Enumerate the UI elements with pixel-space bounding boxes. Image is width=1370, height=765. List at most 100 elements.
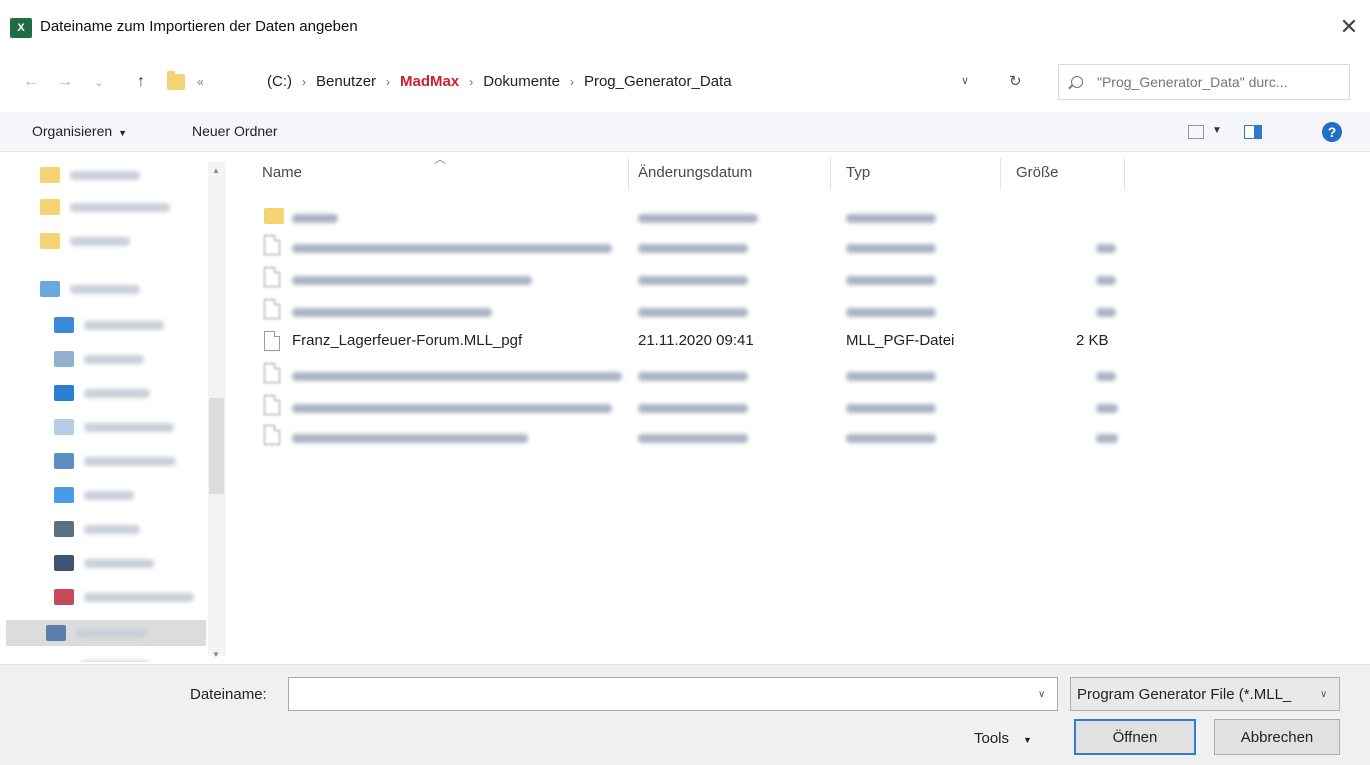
recent-locations-icon[interactable]: ⌄: [86, 68, 112, 96]
nav-item[interactable]: [54, 380, 232, 406]
file-name-blurred: [292, 400, 612, 417]
filetype-select[interactable]: Program Generator File (*.MLL_: [1070, 677, 1340, 711]
search-icon: [1071, 76, 1083, 88]
refresh-icon[interactable]: ↻: [1009, 72, 1022, 90]
dialog-titlebar: X Dateiname zum Importieren der Daten an…: [0, 0, 1370, 56]
file-modified: 21.11.2020 09:41: [638, 332, 754, 349]
breadcrumb-users[interactable]: Benutzer: [314, 73, 378, 90]
nav-item-label: [84, 354, 144, 364]
file-name-blurred: [292, 272, 532, 289]
nav-item-label: [70, 236, 130, 246]
table-row[interactable]: [240, 420, 1140, 450]
nav-item[interactable]: [40, 162, 220, 188]
file-modified-blurred: [638, 304, 748, 321]
navigation-bar: ← → ⌄ ↑ « (C:) › Benutzer › MadMax › Dok…: [0, 60, 1370, 104]
file-icon: [264, 235, 280, 255]
breadcrumb-user[interactable]: MadMax: [398, 73, 461, 90]
nav-item[interactable]: [54, 516, 232, 542]
table-row[interactable]: Franz_Lagerfeuer-Forum.MLL_pgf 21.11.202…: [240, 326, 1140, 356]
nav-item-label: [84, 388, 150, 398]
nav-item[interactable]: [54, 482, 232, 508]
caret-down-icon: ▼: [118, 128, 128, 138]
back-arrow-icon[interactable]: ←: [18, 68, 44, 96]
table-row[interactable]: [240, 390, 1140, 420]
file-type-blurred: [846, 368, 936, 385]
scroll-up-icon[interactable]: ▲: [212, 166, 220, 175]
search-input[interactable]: [1097, 74, 1337, 90]
chevron-right-icon[interactable]: ›: [294, 75, 314, 89]
tools-menu[interactable]: Tools ▼: [974, 730, 1032, 747]
music-icon: [54, 487, 74, 503]
table-row[interactable]: [240, 200, 1140, 230]
view-options-icon[interactable]: [1188, 125, 1204, 139]
nav-item-selected[interactable]: [6, 620, 206, 646]
table-row[interactable]: [240, 230, 1140, 260]
filename-field[interactable]: [288, 677, 1058, 711]
column-header-modified[interactable]: Änderungsdatum: [638, 164, 752, 181]
column-divider[interactable]: [628, 158, 629, 190]
column-divider[interactable]: [1000, 158, 1001, 190]
close-icon[interactable]: ✕: [1334, 12, 1364, 42]
file-modified-blurred: [638, 430, 748, 447]
nav-item[interactable]: [54, 550, 232, 576]
nav-item-label: [70, 170, 140, 180]
file-size-blurred: [1096, 400, 1118, 417]
file-size-blurred: [1096, 240, 1116, 257]
nav-item[interactable]: [54, 448, 232, 474]
column-header-name[interactable]: Name: [262, 164, 302, 181]
column-header-size[interactable]: Größe: [1016, 164, 1059, 181]
search-box[interactable]: [1058, 64, 1350, 100]
nav-item[interactable]: [54, 584, 232, 610]
filename-input[interactable]: [289, 678, 1029, 710]
scroll-down-icon[interactable]: ▼: [212, 650, 220, 659]
help-icon[interactable]: ?: [1322, 122, 1342, 142]
forward-arrow-icon[interactable]: →: [52, 68, 78, 96]
nav-item-label: [84, 592, 194, 602]
desktop-icon: [54, 385, 74, 401]
address-bar[interactable]: « (C:) › Benutzer › MadMax › Dokumente ›…: [160, 64, 1040, 100]
nav-scrollbar-thumb[interactable]: [209, 398, 224, 494]
chevron-down-icon[interactable]: ∨: [1320, 689, 1327, 700]
new-folder-button[interactable]: Neuer Ordner: [192, 123, 278, 139]
pictures-icon: [54, 351, 74, 367]
overflow-chevron-icon[interactable]: «: [197, 75, 204, 89]
open-button[interactable]: Öffnen: [1074, 719, 1196, 755]
cancel-button[interactable]: Abbrechen: [1214, 719, 1340, 755]
sort-ascending-icon: ︿: [434, 152, 447, 166]
nav-item[interactable]: [54, 414, 232, 440]
file-size: 2 KB: [1076, 332, 1109, 349]
up-arrow-icon[interactable]: ↑: [128, 68, 154, 96]
nav-item[interactable]: [54, 346, 232, 372]
column-header-type[interactable]: Typ: [846, 164, 870, 181]
file-icon: [264, 299, 280, 319]
nav-item[interactable]: [40, 228, 220, 254]
chevron-right-icon[interactable]: ›: [562, 75, 582, 89]
excel-app-icon: X: [10, 18, 32, 38]
table-row[interactable]: [240, 294, 1140, 324]
table-row[interactable]: [240, 358, 1140, 388]
column-divider[interactable]: [1124, 158, 1125, 190]
file-name-blurred: [292, 430, 528, 447]
chevron-right-icon[interactable]: ›: [461, 75, 481, 89]
nav-item[interactable]: [40, 276, 220, 302]
nav-item[interactable]: [40, 194, 220, 220]
nav-item[interactable]: [54, 312, 232, 338]
table-row[interactable]: [240, 262, 1140, 292]
organize-button[interactable]: Organisieren ▼: [32, 123, 127, 139]
chevron-down-icon[interactable]: ∨: [961, 74, 969, 87]
preview-pane-icon[interactable]: [1244, 125, 1262, 139]
folder-icon: [40, 167, 60, 183]
chevron-down-icon[interactable]: ∨: [1038, 689, 1045, 700]
breadcrumb-drive[interactable]: (C:): [265, 73, 294, 90]
file-icon: [264, 363, 280, 383]
breadcrumb-documents[interactable]: Dokumente: [481, 73, 562, 90]
breadcrumb-current-folder[interactable]: Prog_Generator_Data: [582, 73, 734, 90]
file-icon: [264, 331, 280, 351]
file-name-blurred: [292, 240, 612, 257]
column-divider[interactable]: [830, 158, 831, 190]
file-list: ︿ Name Änderungsdatum Typ Größe Franz_La…: [240, 152, 1368, 662]
file-type-blurred: [846, 400, 936, 417]
caret-down-icon[interactable]: ▼: [1212, 125, 1222, 136]
chevron-right-icon[interactable]: ›: [378, 75, 398, 89]
file-modified-blurred: [638, 400, 748, 417]
